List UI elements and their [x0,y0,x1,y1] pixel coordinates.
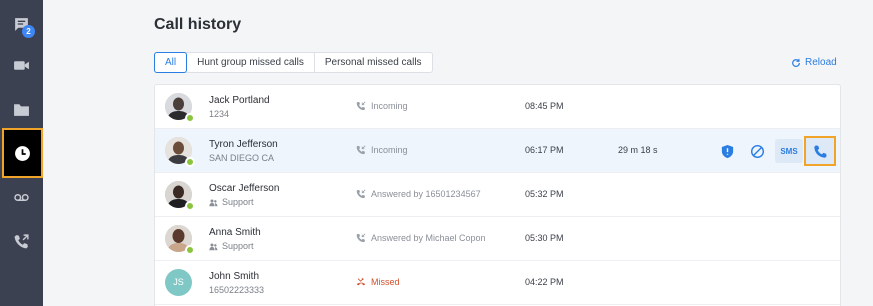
presence-indicator [185,245,195,255]
incoming-call-icon [356,145,366,155]
caller-detail: 16502223333 [209,285,264,295]
call-status-label: Incoming [371,101,408,111]
call-history-list: Jack Portland 1234 Incoming 08:45 PM Tyr… [154,84,841,306]
sidebar-item-forwarding[interactable] [0,219,43,263]
caller-name: Oscar Jefferson [209,183,280,194]
clock-icon [15,145,30,161]
block-button[interactable] [745,139,769,163]
call-status: Incoming [356,101,408,111]
tab-personal-missed[interactable]: Personal missed calls [315,53,432,72]
presence-indicator [185,201,195,211]
call-row[interactable]: Jack Portland 1234 Incoming 08:45 PM [155,85,840,129]
sidebar-item-video[interactable] [0,43,43,87]
call-row[interactable]: Tyron Jefferson SAN DIEGO CA Incoming 06… [155,129,840,173]
filter-tabs: All Hunt group missed calls Personal mis… [154,52,433,73]
caller-detail: Support [209,241,254,251]
call-row[interactable]: Anna Smith Support Answered by Michael C… [155,217,840,261]
sidebar: 2 [0,0,43,306]
call-time: 06:17 PM [525,145,564,155]
call-back-button[interactable] [804,136,836,166]
call-time: 05:32 PM [525,189,564,199]
group-icon [209,243,218,250]
refresh-icon [792,58,800,67]
call-status-label: Incoming [371,145,408,155]
call-duration: 29 m 18 s [618,145,658,155]
incoming-call-icon [356,101,366,111]
sidebar-item-files[interactable] [0,87,43,131]
voicemail-icon [14,193,29,201]
call-status: Incoming [356,145,408,155]
caller-number: 16502223333 [209,285,265,295]
reload-button[interactable]: Reload [791,57,837,68]
presence-indicator [185,113,195,123]
caller-detail: Support [209,197,254,207]
incoming-call-icon [356,233,366,243]
call-status: Answered by 16501234567 [356,189,481,199]
tab-hunt-group-missed[interactable]: Hunt group missed calls [187,53,315,72]
call-status-label: Missed [371,277,400,287]
caller-name: Jack Portland [209,95,270,106]
caller-number: 1234 [209,109,230,119]
caller-location: SAN DIEGO CA [209,153,275,163]
sidebar-item-chat[interactable]: 2 [0,2,43,46]
video-icon [14,60,29,70]
notification-badge: 2 [22,25,35,38]
block-icon [750,144,764,158]
call-status-label: Answered by 16501234567 [371,189,481,199]
shield-icon [721,144,733,158]
avatar: JS [165,269,192,296]
caller-detail: SAN DIEGO CA [209,153,274,163]
caller-group: Support [222,241,254,251]
call-status-label: Answered by Michael Copon [371,233,486,243]
caller-detail: 1234 [209,109,229,119]
call-row[interactable]: Oscar Jefferson Support Answered by 1650… [155,173,840,217]
presence-indicator [185,157,195,167]
incoming-call-icon [356,189,366,199]
tab-all[interactable]: All [154,52,188,73]
caller-name: Anna Smith [209,227,261,238]
page-title: Call history [154,16,242,33]
sidebar-item-call-history[interactable] [2,128,43,178]
sms-button[interactable]: SMS [775,139,803,163]
call-status: Answered by Michael Copon [356,233,486,243]
folder-icon [14,103,29,116]
call-time: 08:45 PM [525,101,564,111]
call-time: 05:30 PM [525,233,564,243]
call-row[interactable]: JS John Smith 16502223333 Missed 04:22 P… [155,261,840,305]
group-icon [209,199,218,206]
call-status: Missed [356,277,400,287]
block-spam-button[interactable] [715,139,739,163]
phone-icon [813,144,827,158]
caller-name: Tyron Jefferson [209,139,278,150]
phone-forward-icon [14,233,29,248]
reload-label: Reload [805,57,837,68]
caller-name: John Smith [209,271,260,282]
caller-group: Support [222,197,254,207]
missed-call-icon [356,278,366,286]
call-time: 04:22 PM [525,277,564,287]
sidebar-item-voicemail[interactable] [0,175,43,219]
